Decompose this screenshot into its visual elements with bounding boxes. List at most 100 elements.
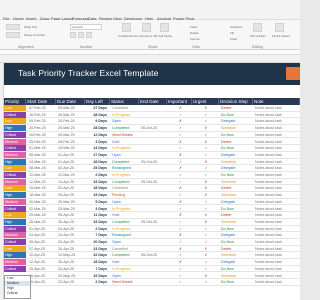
urgent-cell[interactable]: ✗: [193, 139, 218, 145]
end-date-cell[interactable]: [140, 239, 166, 245]
priority-cell[interactable]: Critical: [4, 111, 26, 118]
note-cell[interactable]: Notes about task: [254, 118, 300, 124]
end-date-cell[interactable]: [140, 259, 166, 265]
end-date-cell[interactable]: 05-Oct-25: [140, 125, 166, 131]
due-date-cell[interactable]: 30-Apr-25: [57, 219, 84, 225]
end-date-cell[interactable]: [140, 112, 166, 118]
end-date-cell[interactable]: [140, 192, 166, 198]
start-date-cell[interactable]: 04-Mar-25: [28, 159, 56, 165]
urgent-cell[interactable]: ✗: [193, 252, 218, 258]
end-date-cell[interactable]: 05-Oct-25: [140, 179, 166, 185]
days-left-cell[interactable]: 12 Days: [86, 132, 110, 138]
important-cell[interactable]: ✗: [168, 118, 192, 124]
decision-step-cell[interactable]: Do Now: [220, 226, 252, 232]
status-cell[interactable]: Hold: [111, 212, 139, 218]
merge-center-button[interactable]: Merge & Center: [24, 33, 45, 37]
days-left-cell[interactable]: 2 Days: [86, 279, 110, 285]
start-date-cell[interactable]: 12-Apr-25: [28, 259, 56, 265]
status-cell[interactable]: Cancelled: [111, 105, 139, 111]
note-cell[interactable]: Notes about task: [254, 206, 300, 212]
note-cell[interactable]: Notes about task: [254, 219, 300, 225]
dropdown-option-critical[interactable]: Critical: [5, 291, 30, 296]
important-cell[interactable]: ✗: [168, 246, 192, 252]
status-cell[interactable]: In Progress: [111, 266, 139, 272]
decision-step-cell[interactable]: Schedule: [220, 252, 252, 258]
due-date-cell[interactable]: 01-Apr-25: [57, 159, 84, 165]
start-date-cell[interactable]: 05-Mar-25: [28, 152, 56, 158]
delete-cells-button[interactable]: Delete: [190, 31, 199, 35]
urgent-cell[interactable]: ✓: [193, 232, 218, 238]
important-cell[interactable]: ✓: [168, 219, 192, 225]
days-left-cell[interactable]: 23 Days: [86, 246, 110, 252]
end-date-cell[interactable]: [140, 232, 166, 238]
status-cell[interactable]: Completed: [111, 179, 139, 185]
days-left-cell[interactable]: 3 Days: [86, 206, 110, 212]
urgent-cell[interactable]: ✗: [193, 273, 218, 279]
days-left-cell[interactable]: 2 Days: [86, 226, 110, 232]
days-left-cell[interactable]: 28 Days: [86, 159, 110, 165]
status-cell[interactable]: Open: [111, 199, 139, 205]
start-date-cell[interactable]: 25-Mar-25: [28, 212, 56, 218]
end-date-cell[interactable]: [140, 172, 166, 178]
format-cells-button[interactable]: Format: [190, 37, 200, 41]
status-cell[interactable]: Completed: [111, 125, 139, 131]
status-cell[interactable]: Reassigned: [111, 165, 139, 171]
decision-step-cell[interactable]: Delegate: [220, 232, 252, 238]
end-date-cell[interactable]: [140, 105, 166, 111]
sort-filter-button[interactable]: Sort & Filter: [250, 34, 266, 38]
note-cell[interactable]: Notes about task: [254, 232, 300, 238]
header-note[interactable]: Note: [253, 98, 300, 105]
decision-step-cell[interactable]: Do Now: [220, 145, 252, 151]
status-cell[interactable]: In Progress: [111, 172, 139, 178]
decision-step-cell[interactable]: Schedule: [220, 219, 252, 225]
days-left-cell[interactable]: 33 Days: [86, 179, 110, 185]
important-cell[interactable]: ✓: [168, 226, 192, 232]
due-date-cell[interactable]: 26-Mar-25: [57, 112, 84, 118]
status-cell[interactable]: Completed: [111, 159, 139, 165]
note-cell[interactable]: Notes about task: [254, 179, 300, 185]
note-cell[interactable]: Notes about task: [254, 139, 300, 145]
header-day-left[interactable]: Day Left: [85, 98, 110, 105]
urgent-cell[interactable]: ✓: [193, 112, 218, 118]
start-date-cell[interactable]: 28-Mar-25: [28, 219, 56, 225]
end-date-cell[interactable]: [140, 165, 166, 171]
due-date-cell[interactable]: 14-Apr-25: [57, 179, 84, 185]
note-cell[interactable]: Notes about task: [254, 172, 300, 178]
priority-cell[interactable]: Critical: [4, 265, 26, 272]
urgent-cell[interactable]: ✗: [193, 219, 218, 225]
due-date-cell[interactable]: 05-Apr-25: [57, 212, 84, 218]
important-cell[interactable]: ✗: [168, 212, 192, 218]
important-cell[interactable]: ✗: [168, 185, 192, 191]
due-date-cell[interactable]: 20-Mar-25: [57, 132, 84, 138]
priority-cell[interactable]: Low: [4, 118, 26, 125]
decision-step-cell[interactable]: Delete: [220, 139, 252, 145]
start-date-cell[interactable]: 10-Apr-25: [28, 252, 56, 258]
priority-cell[interactable]: Low: [4, 212, 26, 219]
important-cell[interactable]: ✗: [168, 105, 192, 111]
status-cell[interactable]: Open: [111, 239, 139, 245]
urgent-cell[interactable]: ✓: [193, 239, 218, 245]
end-date-cell[interactable]: [140, 185, 166, 191]
end-date-cell[interactable]: [140, 132, 166, 138]
priority-cell[interactable]: Medium: [4, 259, 26, 266]
days-left-cell[interactable]: 11 Days: [86, 212, 110, 218]
start-date-cell[interactable]: 15-Feb-25: [28, 132, 56, 138]
urgent-cell[interactable]: ✓: [193, 172, 218, 178]
end-date-cell[interactable]: [140, 266, 166, 272]
start-date-cell[interactable]: 10-Mar-25: [28, 172, 56, 178]
urgent-cell[interactable]: ✗: [193, 246, 218, 252]
days-left-cell[interactable]: 32 Days: [86, 252, 110, 258]
start-date-cell[interactable]: 01-Apr-25: [28, 226, 56, 232]
end-date-cell[interactable]: 05-Oct-25: [140, 219, 166, 225]
autosum-button[interactable]: AutoSum: [230, 25, 242, 29]
days-left-cell[interactable]: 2 Days: [86, 172, 110, 178]
priority-cell[interactable]: Medium: [4, 232, 26, 239]
days-left-cell[interactable]: 48 Days: [86, 112, 110, 118]
days-left-cell[interactable]: 18 Days: [86, 185, 110, 191]
start-date-cell[interactable]: 18-Mar-25: [28, 192, 56, 198]
due-date-cell[interactable]: 02-Apr-25: [57, 185, 84, 191]
important-cell[interactable]: ✓: [168, 279, 192, 285]
due-date-cell[interactable]: 25-Mar-25: [57, 199, 84, 205]
align-left-button[interactable]: [6, 32, 20, 38]
status-cell[interactable]: In Progress: [111, 206, 139, 212]
